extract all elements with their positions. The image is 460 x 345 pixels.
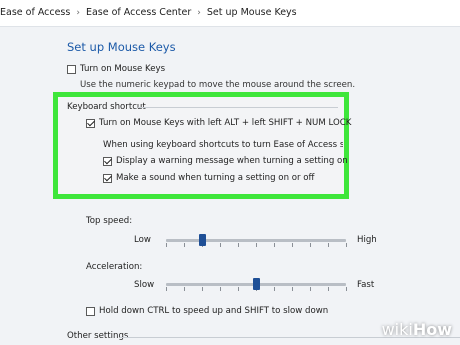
shortcut-label[interactable]: Turn on Mouse Keys with left ALT + left … (99, 118, 351, 129)
slider-tick (346, 287, 347, 291)
other-settings-label: Other settings (67, 331, 129, 341)
wikihow-watermark: wikiHow (382, 320, 452, 339)
keyboard-shortcut-group-label: Keyboard shortcut (67, 102, 146, 112)
turn-on-mouse-keys-label[interactable]: Turn on Mouse Keys (80, 64, 165, 75)
group-divider (138, 107, 338, 108)
make-sound-label[interactable]: Make a sound when turning a setting on o… (116, 173, 314, 184)
top-speed-low-label: Low (134, 235, 151, 245)
slider-tick (274, 243, 275, 247)
breadcrumb-item-set-up-mouse-keys[interactable]: Set up Mouse Keys (207, 6, 297, 20)
hold-ctrl-checkbox[interactable] (86, 307, 95, 316)
breadcrumb: Ease of Access › Ease of Access Center › Set… (0, 6, 297, 20)
slider-tick (166, 287, 167, 291)
shortcut-info-text: When using keyboard shortcuts to turn Ea… (103, 140, 343, 150)
shortcut-checkbox[interactable] (86, 118, 95, 128)
slider-tick (274, 287, 275, 291)
make-sound-checkbox[interactable] (103, 173, 112, 183)
slider-tick (220, 243, 221, 247)
slider-tick (310, 287, 311, 291)
breadcrumb-bar: Ease of Access › Ease of Access Center › Set… (0, 0, 460, 27)
breadcrumb-item-ease-of-access-center[interactable]: Ease of Access Center (86, 6, 191, 20)
slider-tick (202, 287, 203, 291)
acceleration-label: Acceleration: (86, 262, 143, 272)
checkmark-icon (87, 118, 95, 127)
slider-tick (238, 243, 239, 247)
slider-tick (328, 287, 329, 291)
slider-tick (310, 243, 311, 247)
slider-tick (166, 243, 167, 247)
slider-tick (292, 287, 293, 291)
slider-tick (328, 243, 329, 247)
chevron-right-icon: › (76, 8, 80, 18)
slider-tick (184, 287, 185, 291)
slider-tick (346, 243, 347, 247)
turn-on-mouse-keys-description: Use the numeric keypad to move the mouse… (80, 80, 356, 90)
watermark-wiki: wiki (381, 320, 413, 339)
checkmark-icon (104, 156, 112, 165)
breadcrumb-item-ease-of-access[interactable]: Ease of Access (0, 6, 70, 20)
top-speed-slider-ticks (166, 243, 347, 247)
slider-tick (292, 243, 293, 247)
slider-tick (220, 287, 221, 291)
acceleration-fast-label: Fast (357, 280, 375, 290)
page-title: Set up Mouse Keys (67, 40, 176, 54)
top-speed-slider-track[interactable] (166, 239, 346, 242)
checkmark-icon (104, 173, 112, 182)
top-speed-slider-thumb[interactable] (199, 234, 206, 246)
top-speed-label: Top speed: (86, 216, 133, 226)
top-speed-high-label: High (357, 235, 377, 245)
slider-tick (238, 287, 239, 291)
acceleration-slider-thumb[interactable] (253, 278, 260, 290)
watermark-how: How (412, 320, 452, 339)
warning-message-checkbox[interactable] (103, 156, 112, 166)
slider-tick (256, 243, 257, 247)
slider-tick (184, 243, 185, 247)
chevron-right-icon: › (197, 8, 201, 18)
hold-ctrl-label[interactable]: Hold down CTRL to speed up and SHIFT to … (99, 306, 328, 317)
warning-message-label[interactable]: Display a warning message when turning a… (116, 156, 348, 167)
acceleration-slow-label: Slow (134, 280, 155, 290)
turn-on-mouse-keys-checkbox[interactable] (67, 65, 76, 74)
